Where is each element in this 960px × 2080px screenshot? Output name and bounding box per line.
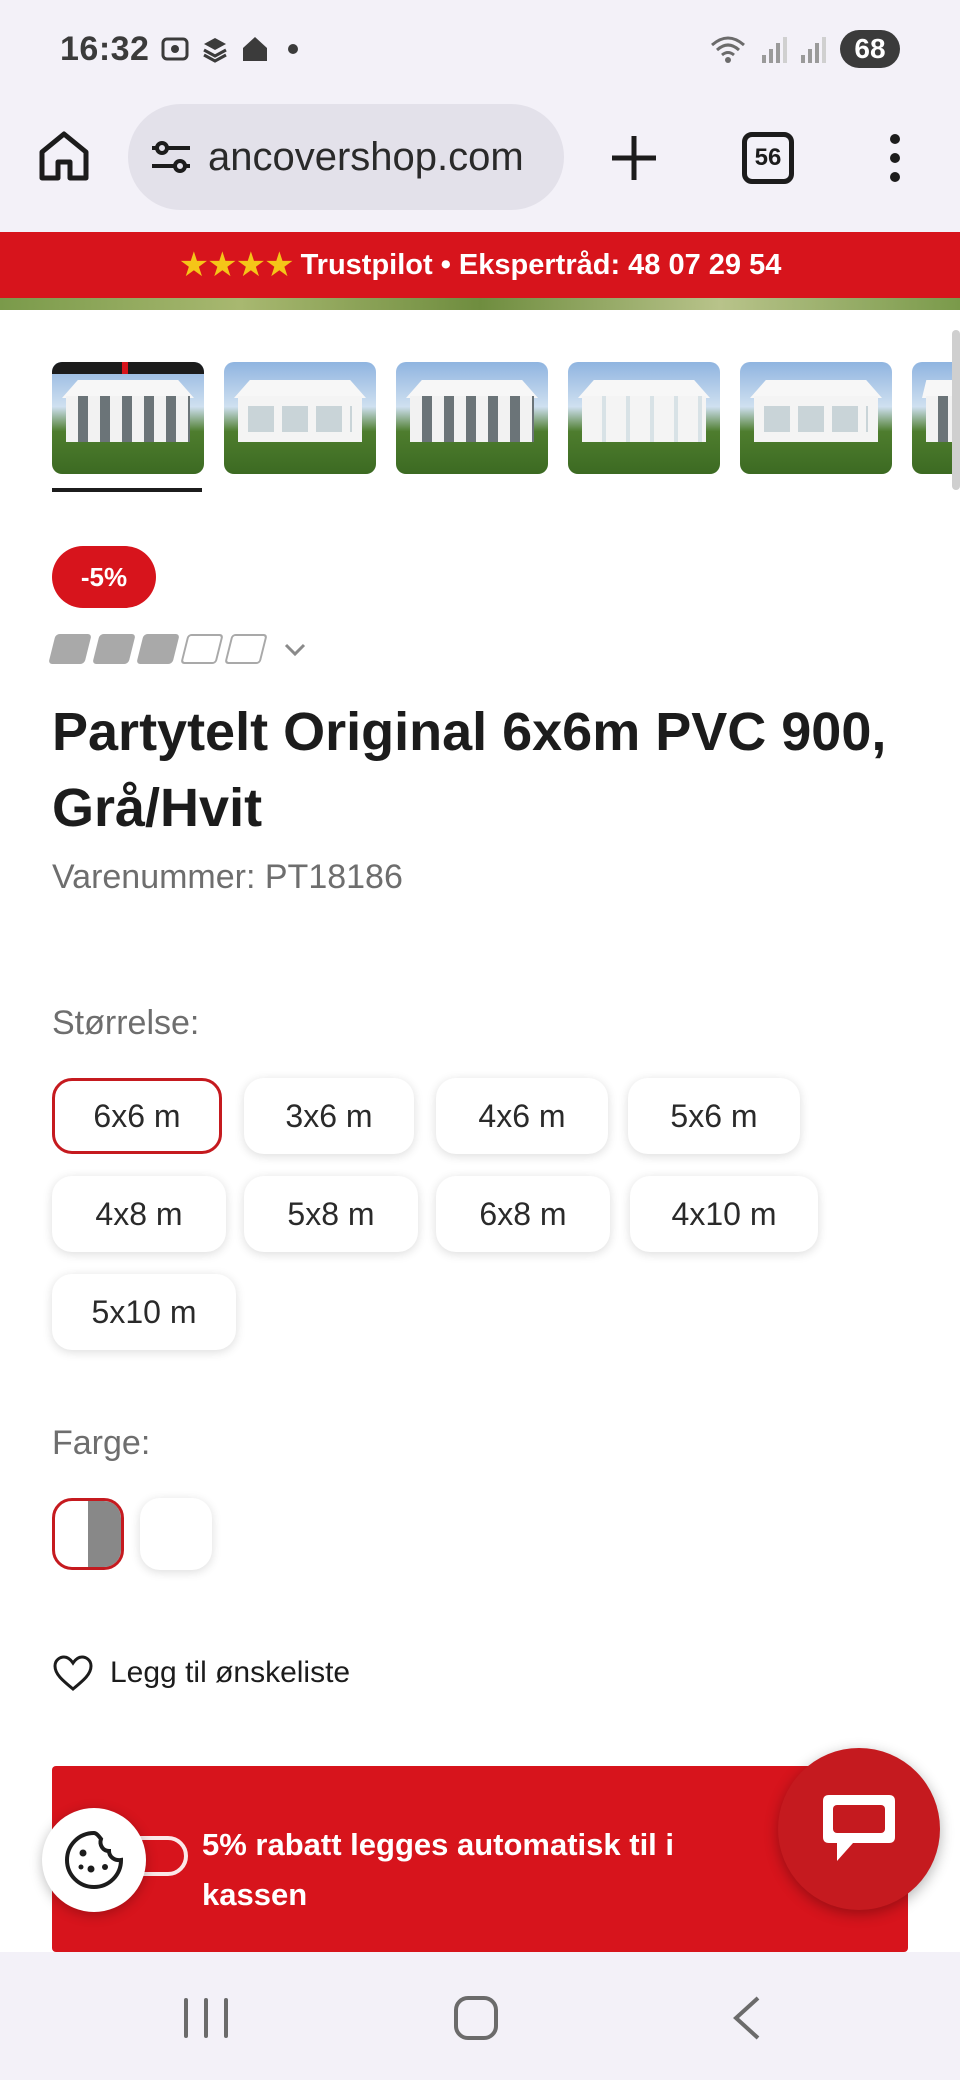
size-option-4x10[interactable]: 4x10 m [630,1176,818,1252]
wifi-icon [711,36,745,63]
thumbnail-4[interactable] [568,362,720,474]
size-option-5x8[interactable]: 5x8 m [244,1176,418,1252]
selected-thumbnail-indicator [52,488,202,492]
browser-toolbar: ancovershop.com 56 [0,100,960,232]
wishlist-label: Legg til ønskeliste [110,1656,351,1689]
more-menu-icon[interactable] [880,130,910,186]
rating-box-empty [180,634,224,664]
hero-image-strip [0,298,960,310]
size-option-5x6[interactable]: 5x6 m [628,1078,800,1154]
size-option-6x8[interactable]: 6x8 m [436,1176,610,1252]
size-option-3x6[interactable]: 3x6 m [244,1078,414,1154]
site-settings-icon[interactable] [148,134,194,180]
thumbnail-5[interactable] [740,362,892,474]
size-option-4x8[interactable]: 4x8 m [52,1176,226,1252]
thumbnail-1[interactable] [52,362,204,474]
color-swatch-white[interactable] [140,1498,212,1570]
product-sku: Varenummer: PT18186 [52,858,403,896]
status-left-icons [160,34,298,64]
discount-info-banner: 5% rabatt legges automatisk til i kassen [52,1766,908,1952]
product-rating[interactable] [48,634,308,664]
rating-box-filled [48,634,92,664]
color-options [52,1498,212,1570]
add-to-wishlist-button[interactable]: Legg til ønskeliste [52,1654,350,1692]
screenshot-icon [161,37,189,61]
rating-box-filled [92,634,136,664]
tab-switcher-button[interactable]: 56 [742,132,794,184]
cookie-icon [64,1830,124,1890]
page-scrollbar[interactable] [952,330,960,490]
chevron-down-icon[interactable] [282,636,308,662]
heart-icon [53,1655,93,1691]
home-nav-icon[interactable] [454,1996,498,2040]
brand-logo [52,362,204,374]
url-text: ancovershop.com [208,134,524,179]
status-bar: 16:32 68 [0,0,960,100]
star-rating-icons: ★★★★ [178,246,295,284]
size-option-4x6[interactable]: 4x6 m [436,1078,608,1154]
color-label: Farge: [52,1424,151,1462]
status-time: 16:32 [60,30,150,68]
screen: 16:32 68 ancovershop.com 56 ★★★★ Trustpi… [0,0,960,2080]
recent-apps-icon[interactable] [184,1998,228,2038]
trustpilot-banner[interactable]: ★★★★ Trustpilot • Ekspertråd: 48 07 29 5… [0,232,960,298]
new-tab-icon[interactable] [604,128,664,188]
cookie-settings-button[interactable] [42,1808,146,1912]
discount-badge: -5% [52,546,156,608]
chat-bubble-icon [823,1795,895,1861]
url-bar[interactable]: ancovershop.com [128,104,564,210]
status-right-icons: 68 [708,30,900,68]
home-icon[interactable] [36,128,92,184]
image-gallery-thumbnails [52,362,960,478]
battery-indicator: 68 [840,30,900,68]
product-title: Partytelt Original 6x6m PVC 900, Grå/Hvi… [52,702,887,838]
discount-info-text: 5% rabatt legges automatisk til i kassen [202,1827,675,1912]
rating-box-empty [224,634,268,664]
size-option-5x10[interactable]: 5x10 m [52,1274,236,1350]
thumbnail-2[interactable] [224,362,376,474]
home-app-icon [243,37,267,61]
signal-icon-2 [801,35,826,63]
chat-button[interactable] [778,1748,940,1910]
size-option-6x6[interactable]: 6x6 m [52,1078,222,1154]
promo-text: Trustpilot • Ekspertråd: 48 07 29 54 [300,248,782,281]
signal-icon [762,35,787,63]
color-swatch-grey-white[interactable] [52,1498,124,1570]
notification-dot [288,44,298,54]
size-label: Størrelse: [52,1004,200,1042]
rating-box-filled [136,634,180,664]
thumbnail-3[interactable] [396,362,548,474]
app-icon [203,38,227,63]
system-navigation-bar [0,1952,960,2080]
back-icon[interactable] [728,1994,768,2042]
